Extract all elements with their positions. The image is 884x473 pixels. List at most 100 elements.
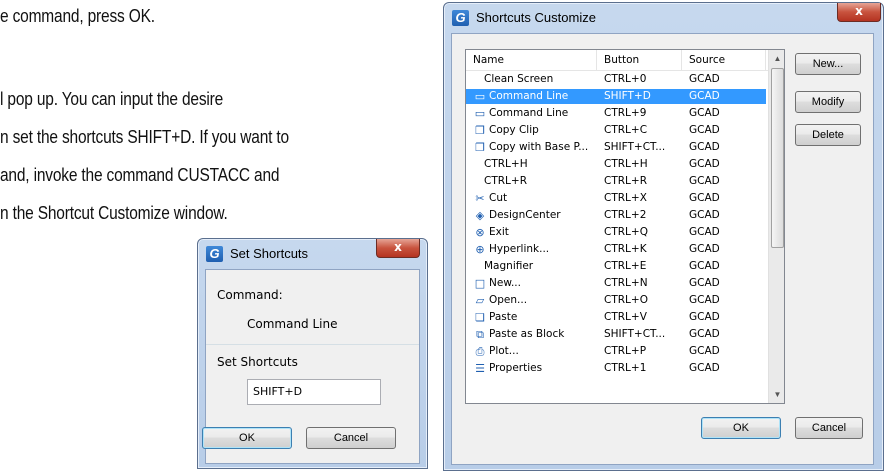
item-source: GCAD — [689, 209, 720, 221]
item-source: GCAD — [689, 294, 720, 306]
item-name: Command Line — [489, 90, 569, 102]
shortcut-input[interactable]: SHIFT+D — [247, 379, 381, 405]
item-source: GCAD — [689, 90, 720, 102]
close-icon: x — [394, 240, 402, 254]
item-name: Plot... — [489, 345, 519, 357]
item-shortcut: CTRL+C — [604, 124, 648, 136]
list-item[interactable]: Magnifier CTRL+E GCAD — [466, 259, 766, 274]
item-source: GCAD — [689, 73, 720, 85]
item-name: Hyperlink... — [489, 243, 550, 255]
column-header-name[interactable]: Name — [466, 50, 597, 71]
command-line-icon: ▭ — [474, 107, 486, 120]
item-name: CTRL+R — [484, 175, 527, 187]
item-shortcut: CTRL+R — [604, 175, 647, 187]
document-line: e command, press OK. — [0, 6, 155, 26]
dialog-title: Shortcuts Customize — [476, 10, 596, 25]
title-bar[interactable]: G Set Shortcuts x — [198, 239, 427, 269]
list-item[interactable]: ❐ Copy with Base P... SHIFT+CT... GCAD — [466, 140, 766, 155]
item-name: New... — [489, 277, 521, 289]
list-item[interactable]: ▱ Open... CTRL+O GCAD — [466, 293, 766, 308]
list-item[interactable]: CTRL+H CTRL+H GCAD — [466, 157, 766, 172]
item-shortcut: SHIFT+D — [604, 90, 651, 102]
item-shortcut: CTRL+1 — [604, 362, 647, 374]
item-name: CTRL+H — [484, 158, 528, 170]
list-item[interactable]: ❏ Paste CTRL+V GCAD — [466, 310, 766, 325]
item-shortcut: SHIFT+CT... — [604, 328, 666, 340]
app-logo-icon: G — [452, 10, 469, 26]
item-name: Magnifier — [484, 260, 534, 272]
list-item[interactable]: □ New... CTRL+N GCAD — [466, 276, 766, 291]
list-item[interactable]: ⧉ Paste as Block SHIFT+CT... GCAD — [466, 327, 766, 342]
paste-block-icon: ⧉ — [476, 328, 484, 341]
list-item[interactable]: ❐ Copy Clip CTRL+C GCAD — [466, 123, 766, 138]
item-source: GCAD — [689, 328, 720, 340]
item-shortcut: CTRL+H — [604, 158, 648, 170]
cancel-button[interactable]: Cancel — [306, 427, 396, 449]
exit-icon: ⊗ — [475, 226, 485, 239]
item-shortcut: CTRL+9 — [604, 107, 647, 119]
item-source: GCAD — [689, 124, 720, 136]
item-shortcut: CTRL+O — [604, 294, 648, 306]
item-source: GCAD — [689, 192, 720, 204]
dialog-body: Name Button Source Clean Screen CTRL+0 GCA… — [451, 33, 874, 465]
set-shortcuts-dialog: G Set Shortcuts x Command: Command Line … — [197, 238, 428, 469]
list-item[interactable]: ▭ Command Line SHIFT+D GCAD — [466, 89, 766, 104]
scroll-up-icon[interactable]: ▲ — [769, 50, 784, 67]
list-item[interactable]: Clean Screen CTRL+0 GCAD — [466, 72, 766, 87]
document-line: n the Shortcut Customize window. — [0, 203, 228, 223]
item-source: GCAD — [689, 226, 720, 238]
design-center-icon: ◈ — [475, 209, 485, 222]
command-label: Command: — [217, 288, 283, 302]
item-shortcut: CTRL+Q — [604, 226, 648, 238]
close-button[interactable]: x — [837, 3, 881, 22]
item-name: Copy Clip — [489, 124, 539, 136]
vertical-scrollbar[interactable]: ▲ ▼ — [768, 50, 784, 403]
item-name: Command Line — [489, 107, 569, 119]
document-line: l pop up. You can input the desire — [0, 89, 224, 109]
delete-button[interactable]: Delete — [795, 124, 861, 146]
list-item[interactable]: ⎙ Plot... CTRL+P GCAD — [466, 344, 766, 359]
item-shortcut: SHIFT+CT... — [604, 141, 666, 153]
set-shortcuts-label: Set Shortcuts — [217, 355, 298, 369]
list-item[interactable]: ☰ Properties CTRL+1 GCAD — [466, 361, 766, 376]
modify-button[interactable]: Modify — [795, 91, 861, 113]
list-item[interactable]: ▭ Command Line CTRL+9 GCAD — [466, 106, 766, 121]
command-line-icon: ▭ — [474, 90, 486, 103]
list-item[interactable]: ◈ DesignCenter CTRL+2 GCAD — [466, 208, 766, 223]
item-shortcut: CTRL+0 — [604, 73, 647, 85]
item-source: GCAD — [689, 362, 720, 374]
item-source: GCAD — [689, 345, 720, 357]
scrollbar-thumb[interactable] — [771, 68, 784, 248]
item-shortcut: CTRL+E — [604, 260, 647, 272]
item-shortcut: CTRL+K — [604, 243, 647, 255]
dialog-title: Set Shortcuts — [230, 246, 309, 261]
new-button[interactable]: New... — [795, 53, 861, 75]
item-source: GCAD — [689, 277, 720, 289]
hyperlink-icon: ⊕ — [475, 243, 485, 256]
item-name: Exit — [489, 226, 509, 238]
list-item[interactable]: ✂ Cut CTRL+X GCAD — [466, 191, 766, 206]
ok-button[interactable]: OK — [701, 417, 781, 439]
scroll-down-icon[interactable]: ▼ — [769, 386, 784, 403]
column-header-source[interactable]: Source — [682, 50, 766, 71]
item-name: Paste as Block — [489, 328, 565, 340]
copy-base-point-icon: ❐ — [475, 141, 485, 154]
ok-button[interactable]: OK — [202, 427, 292, 449]
item-name: Open... — [489, 294, 528, 306]
app-logo-icon: G — [206, 246, 223, 262]
list-item[interactable]: ⊗ Exit CTRL+Q GCAD — [466, 225, 766, 240]
column-header-button[interactable]: Button — [597, 50, 682, 71]
cancel-button[interactable]: Cancel — [795, 417, 863, 439]
close-button[interactable]: x — [376, 239, 420, 258]
close-icon: x — [855, 4, 863, 18]
copy-clip-icon: ❐ — [475, 124, 485, 137]
shortcuts-list[interactable]: Name Button Source Clean Screen CTRL+0 GCA… — [465, 49, 785, 404]
document-line: n set the shortcuts SHIFT+D. If you want… — [0, 127, 290, 147]
item-name: Copy with Base P... — [489, 141, 589, 153]
plot-icon: ⎙ — [475, 345, 485, 358]
item-name: Clean Screen — [484, 73, 554, 85]
list-item[interactable]: CTRL+R CTRL+R GCAD — [466, 174, 766, 189]
title-bar[interactable]: G Shortcuts Customize x — [444, 3, 883, 33]
list-item[interactable]: ⊕ Hyperlink... CTRL+K GCAD — [466, 242, 766, 257]
item-shortcut: CTRL+N — [604, 277, 648, 289]
